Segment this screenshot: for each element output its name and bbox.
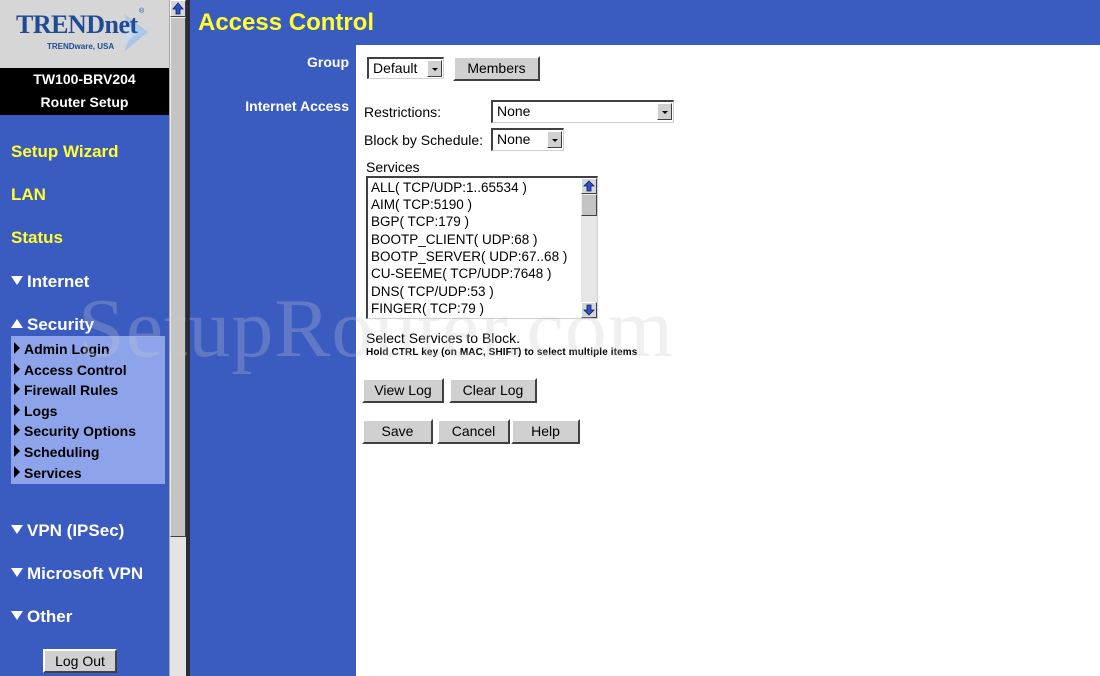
arrow-right-icon (14, 445, 20, 458)
group-label: Group (307, 54, 349, 70)
submenu-label: Access Control (24, 362, 127, 378)
nav-section-internet[interactable]: Internet (11, 272, 89, 292)
cancel-button[interactable]: Cancel (437, 419, 510, 444)
service-option[interactable]: BOOTP_SERVER( UDP:67..68 ) (371, 248, 567, 265)
brand-logo: TRENDnet (16, 10, 138, 39)
submenu-logs[interactable]: Logs (14, 403, 57, 419)
services-listbox[interactable]: ALL( TCP/UDP:1..65534 ) AIM( TCP:5190 ) … (366, 176, 598, 319)
arrow-up-icon (583, 180, 595, 192)
submenu-label: Admin Login (24, 341, 110, 357)
help-button[interactable]: Help (511, 419, 580, 444)
brand-sub: TRENDware, USA (47, 42, 115, 51)
select-services-hint: Select Services to Block. (366, 330, 521, 346)
arrow-right-icon (14, 404, 20, 417)
labels-column: Group Internet Access (190, 45, 356, 676)
nav-section-vpn-ipsec[interactable]: VPN (IPSec) (11, 521, 124, 541)
submenu-label: Security Options (24, 423, 137, 439)
list-scroll-up-button[interactable] (581, 178, 597, 194)
arrow-right-icon (14, 363, 20, 376)
service-option[interactable]: AIM( TCP:5190 ) (371, 196, 472, 213)
nav-section-label: Microsoft VPN (27, 564, 144, 583)
submenu-label: Services (24, 465, 82, 481)
services-scrollbar[interactable] (581, 178, 597, 318)
logout-button[interactable]: Log Out (43, 649, 117, 673)
group-select[interactable]: Default (367, 57, 444, 79)
members-button[interactable]: Members (453, 56, 540, 81)
submenu-services[interactable]: Services (14, 465, 82, 481)
content-panel: Default Members Restrictions: None Block… (356, 45, 1100, 676)
arrow-down-icon (583, 304, 595, 316)
submenu-admin-login[interactable]: Admin Login (14, 341, 110, 357)
nav-frame-scrollbar[interactable] (169, 0, 186, 676)
arrow-right-icon (14, 424, 20, 437)
restrictions-select-value: None (497, 103, 531, 119)
submenu-label: Scheduling (24, 444, 100, 460)
scroll-up-button[interactable] (170, 0, 186, 17)
submenu-firewall-rules[interactable]: Firewall Rules (14, 382, 118, 398)
expand-down-icon (11, 525, 23, 535)
nav-section-microsoft-vpn[interactable]: Microsoft VPN (11, 564, 143, 584)
group-select-value: Default (373, 60, 418, 76)
service-option[interactable]: FINGER( TCP:79 ) (371, 300, 484, 317)
expand-down-icon (11, 276, 23, 286)
list-scroll-down-button[interactable] (581, 302, 597, 318)
registered-mark: ® (139, 8, 145, 15)
arrow-right-icon (14, 342, 20, 355)
submenu-access-control[interactable]: Access Control (14, 362, 127, 378)
arrow-up-icon (172, 2, 184, 15)
services-label: Services (366, 159, 420, 175)
internet-access-label: Internet Access (245, 98, 349, 114)
page-title: Access Control (198, 9, 375, 36)
service-option[interactable]: BGP( TCP:179 ) (371, 213, 469, 230)
dropdown-arrow-icon (657, 103, 672, 120)
collapse-up-icon (11, 319, 23, 329)
scroll-thumb[interactable] (170, 17, 186, 537)
model-header: TW100-BRV204 Router Setup (0, 68, 169, 115)
dropdown-arrow-icon (427, 60, 442, 77)
brand-logo-area: TRENDnet ® TRENDware, USA (0, 0, 169, 68)
nav-section-security[interactable]: Security (11, 315, 94, 335)
submenu-label: Logs (24, 403, 58, 419)
service-option[interactable]: CU-SEEME( TCP/UDP:7648 ) (371, 265, 552, 282)
arrow-right-icon (14, 466, 20, 479)
model-name: TW100-BRV204 (33, 71, 136, 87)
view-log-button[interactable]: View Log (362, 378, 444, 403)
service-option[interactable]: BOOTP_CLIENT( UDP:68 ) (371, 231, 538, 248)
block-schedule-select-value: None (497, 131, 531, 147)
block-schedule-select[interactable]: None (491, 128, 564, 151)
nav-status[interactable]: Status (11, 228, 63, 248)
save-button[interactable]: Save (362, 419, 433, 444)
service-option[interactable]: DNS( TCP/UDP:53 ) (371, 283, 494, 300)
clear-log-button[interactable]: Clear Log (449, 378, 537, 403)
block-schedule-label: Block by Schedule: (364, 132, 484, 148)
router-setup-title: Router Setup (40, 94, 129, 110)
dropdown-arrow-icon (547, 131, 562, 148)
nav-section-label: VPN (IPSec) (27, 521, 125, 540)
expand-down-icon (11, 568, 23, 578)
service-option[interactable]: ALL( TCP/UDP:1..65534 ) (371, 179, 527, 196)
restrictions-select[interactable]: None (491, 100, 674, 123)
main-frame: Access Control Group Internet Access Def… (190, 0, 1100, 676)
nav-section-label: Internet (27, 272, 90, 291)
restrictions-label: Restrictions: (364, 104, 442, 120)
nav-section-label: Other (27, 607, 73, 626)
left-nav-frame: TRENDnet ® TRENDware, USA TW100-BRV204 R… (0, 0, 169, 676)
security-submenu: Admin Login Access Control Firewall Rule… (11, 336, 165, 484)
nav-section-other[interactable]: Other (11, 607, 72, 627)
submenu-label: Firewall Rules (24, 382, 119, 398)
submenu-security-options[interactable]: Security Options (14, 423, 136, 439)
multi-select-hint: Hold CTRL key (on MAC, SHIFT) to select … (366, 347, 638, 358)
submenu-scheduling[interactable]: Scheduling (14, 444, 99, 460)
nav-lan[interactable]: LAN (11, 185, 46, 205)
expand-down-icon (11, 611, 23, 621)
nav-section-label: Security (27, 315, 95, 334)
nav-setup-wizard[interactable]: Setup Wizard (11, 142, 119, 162)
arrow-right-icon (14, 383, 20, 396)
list-scroll-thumb[interactable] (581, 194, 597, 216)
